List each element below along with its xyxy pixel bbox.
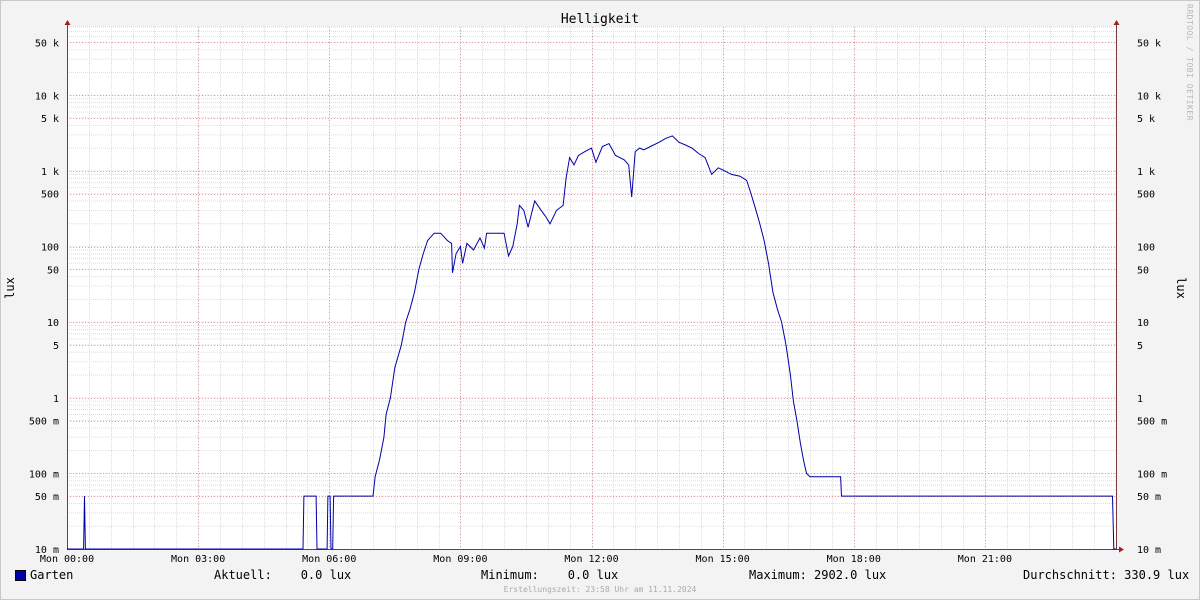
y-tick-label-left: 50 <box>47 265 59 276</box>
y-tick-label-right: 1 <box>1137 394 1143 405</box>
y-tick-label-left: 100 m <box>29 469 59 480</box>
y-tick-label-right: 50 m <box>1137 492 1161 503</box>
legend-swatch-garten <box>15 570 26 581</box>
y-tick-label-right: 5 <box>1137 341 1143 352</box>
y-tick-label-left: 5 <box>53 341 59 352</box>
y-tick-label-left: 50 k <box>35 38 59 49</box>
y-tick-label-left: 500 <box>41 190 59 201</box>
y-axis-label-right: lux <box>1174 277 1188 299</box>
y-tick-label-left: 10 <box>47 318 59 329</box>
y-tick-label-right: 100 <box>1137 243 1155 254</box>
y-tick-label-right: 10 m <box>1137 545 1161 556</box>
y-axis-label-left: lux <box>3 277 17 299</box>
y-tick-label-right: 50 k <box>1137 38 1161 49</box>
x-tick-label: Mon 03:00 <box>171 554 225 565</box>
x-axis-arrow <box>1119 546 1124 553</box>
x-tick-label: Mon 18:00 <box>827 554 881 565</box>
plot-area <box>67 27 1116 549</box>
x-tick-label: Mon 12:00 <box>564 554 618 565</box>
y-axis-left-arrow <box>64 20 71 25</box>
x-tick-label: Mon 00:00 <box>40 554 94 565</box>
legend-durchschnitt: Durchschnitt: 330.9 lux <box>1023 568 1190 582</box>
y-tick-label-right: 5 k <box>1137 114 1155 125</box>
x-tick-label: Mon 06:00 <box>302 554 356 565</box>
y-axis-left-ticks: 10 m50 m100 m500 m1510501005001 k5 k10 k… <box>29 38 59 556</box>
legend-minimum: Minimum: 0.0 lux <box>481 568 619 582</box>
x-tick-label: Mon 15:00 <box>696 554 750 565</box>
x-tick-label: Mon 21:00 <box>958 554 1012 565</box>
y-tick-label-left: 5 k <box>41 114 59 125</box>
y-tick-label-left: 500 m <box>29 417 59 428</box>
y-tick-label-right: 500 <box>1137 190 1155 201</box>
brightness-chart: 10 m 50 m 100 m 500 m 1 5 10 50 100 500 1 k 5 k 10 k… <box>3 12 1188 565</box>
x-tick-label: Mon 09:00 <box>433 554 487 565</box>
watermark: RRDTOOL / TOBI OETIKER <box>1185 4 1194 121</box>
legend-series-name: Garten <box>30 568 74 582</box>
y-axis-right-arrow <box>1113 20 1120 25</box>
y-tick-label-left: 10 k <box>35 91 59 102</box>
x-axis-ticks: Mon 00:00 Mon 03:00 Mon 06:00 Mon 09:00 Mon … <box>40 554 1012 565</box>
y-tick-label-right: 1 k <box>1137 167 1155 178</box>
y-tick-label-left: 50 m <box>35 492 59 503</box>
y-axis-right-ticks: 10 m 50 m 100 m 500 m 1 5 10 50 100 500 1 k 5 k 10 k… <box>1137 38 1167 556</box>
y-tick-label-right: 10 <box>1137 318 1149 329</box>
chart-title: Helligkeit <box>561 12 639 27</box>
legend-maximum: Maximum: 2902.0 lux <box>749 568 887 582</box>
y-tick-label-right: 50 <box>1137 265 1149 276</box>
y-tick-label-right: 100 m <box>1137 469 1167 480</box>
y-tick-label-left: 1 k <box>41 167 59 178</box>
y-tick-label-left: 100 <box>41 243 59 254</box>
footer-timestamp: Erstellungszeit: 23:58 Uhr am 11.11.2024 <box>503 585 697 594</box>
y-tick-label-right: 10 k <box>1137 91 1161 102</box>
legend-aktuell: Aktuell: 0.0 lux <box>214 568 352 582</box>
y-tick-label-left: 1 <box>53 394 59 405</box>
y-tick-label-right: 500 m <box>1137 417 1167 428</box>
